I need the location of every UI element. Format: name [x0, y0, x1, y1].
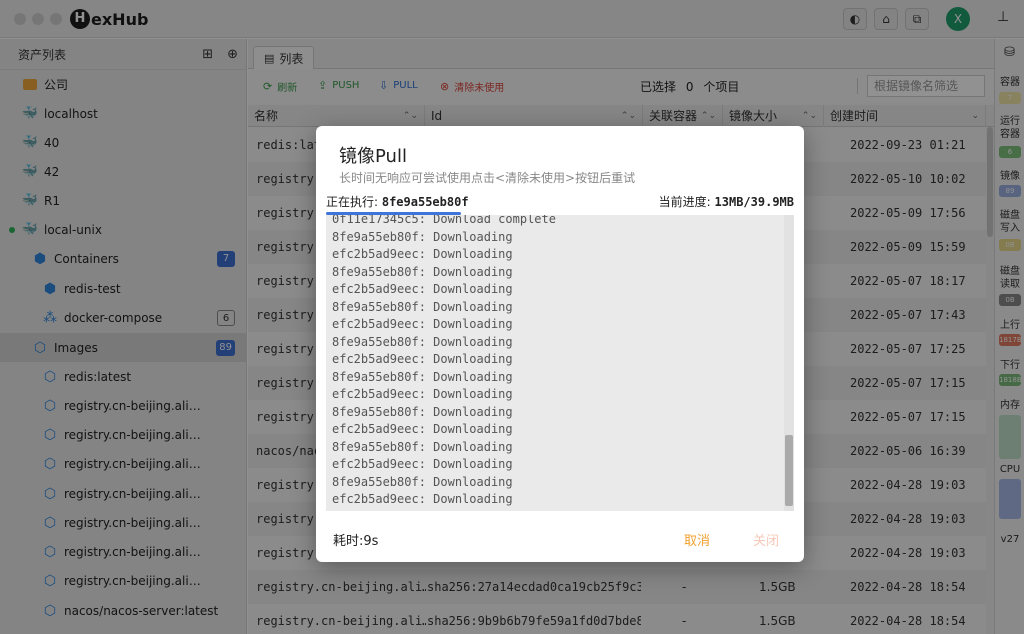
executing-label: 正在执行:: [326, 195, 382, 209]
log-line: 8fe9a55eb80f: Downloading: [332, 334, 513, 349]
log-line: efc2b5ad9eec: Downloading: [332, 422, 513, 436]
image-pull-dialog: 镜像Pull 长时间无响应可尝试使用点击<清除未使用>按钮后重试 正在执行: 8…: [316, 126, 804, 562]
dialog-title: 镜像Pull: [339, 146, 407, 167]
log-scrollbar-thumb[interactable]: [785, 435, 793, 506]
log-line: 8fe9a55eb80f: Downloading: [332, 299, 513, 314]
log-line: 8fe9a55eb80f: Downloading: [332, 474, 513, 489]
dialog-subtitle: 长时间无响应可尝试使用点击<清除未使用>按钮后重试: [339, 171, 636, 185]
progress-status: 当前进度: 13MB/39.9MB: [659, 193, 794, 210]
executing-value: 8fe9a55eb80f: [381, 195, 469, 209]
progress-label: 当前进度:: [658, 195, 715, 209]
elapsed-time: 耗时:9s: [333, 534, 379, 549]
log-scrollbar[interactable]: [784, 215, 794, 511]
close-button[interactable]: 关闭: [753, 530, 779, 549]
log-line: 8fe9a55eb80f: Downloading: [332, 369, 513, 384]
log-line: efc2b5ad9eec: Downloading: [332, 492, 513, 506]
log-line: 8fe9a55eb80f: Downloading: [332, 229, 513, 244]
log-line: 8fe9a55eb80f: Downloading: [332, 264, 513, 279]
log-line: efc2b5ad9eec: Downloading: [332, 387, 513, 401]
executing-status: 正在执行: 8fe9a55eb80f: [326, 193, 469, 210]
log-line: 8fe9a55eb80f: Downloading: [332, 404, 513, 419]
log-line: efc2b5ad9eec: Downloading: [332, 282, 513, 296]
log-line: efc2b5ad9eec: Downloading: [332, 352, 513, 366]
log-line: efc2b5ad9eec: Downloading: [332, 247, 513, 261]
log-line: 0f11e17345c5: Download complete: [332, 215, 556, 226]
pull-log[interactable]: 0f11e17345c5: Download complete 8fe9a55eb…: [326, 215, 794, 511]
cancel-button[interactable]: 取消: [684, 530, 710, 549]
log-line: 8fe9a55eb80f: Downloading: [332, 439, 513, 454]
log-line: efc2b5ad9eec: Downloading: [332, 457, 513, 471]
log-line: efc2b5ad9eec: Downloading: [332, 317, 513, 331]
progress-value: 13MB/39.9MB: [714, 195, 794, 209]
